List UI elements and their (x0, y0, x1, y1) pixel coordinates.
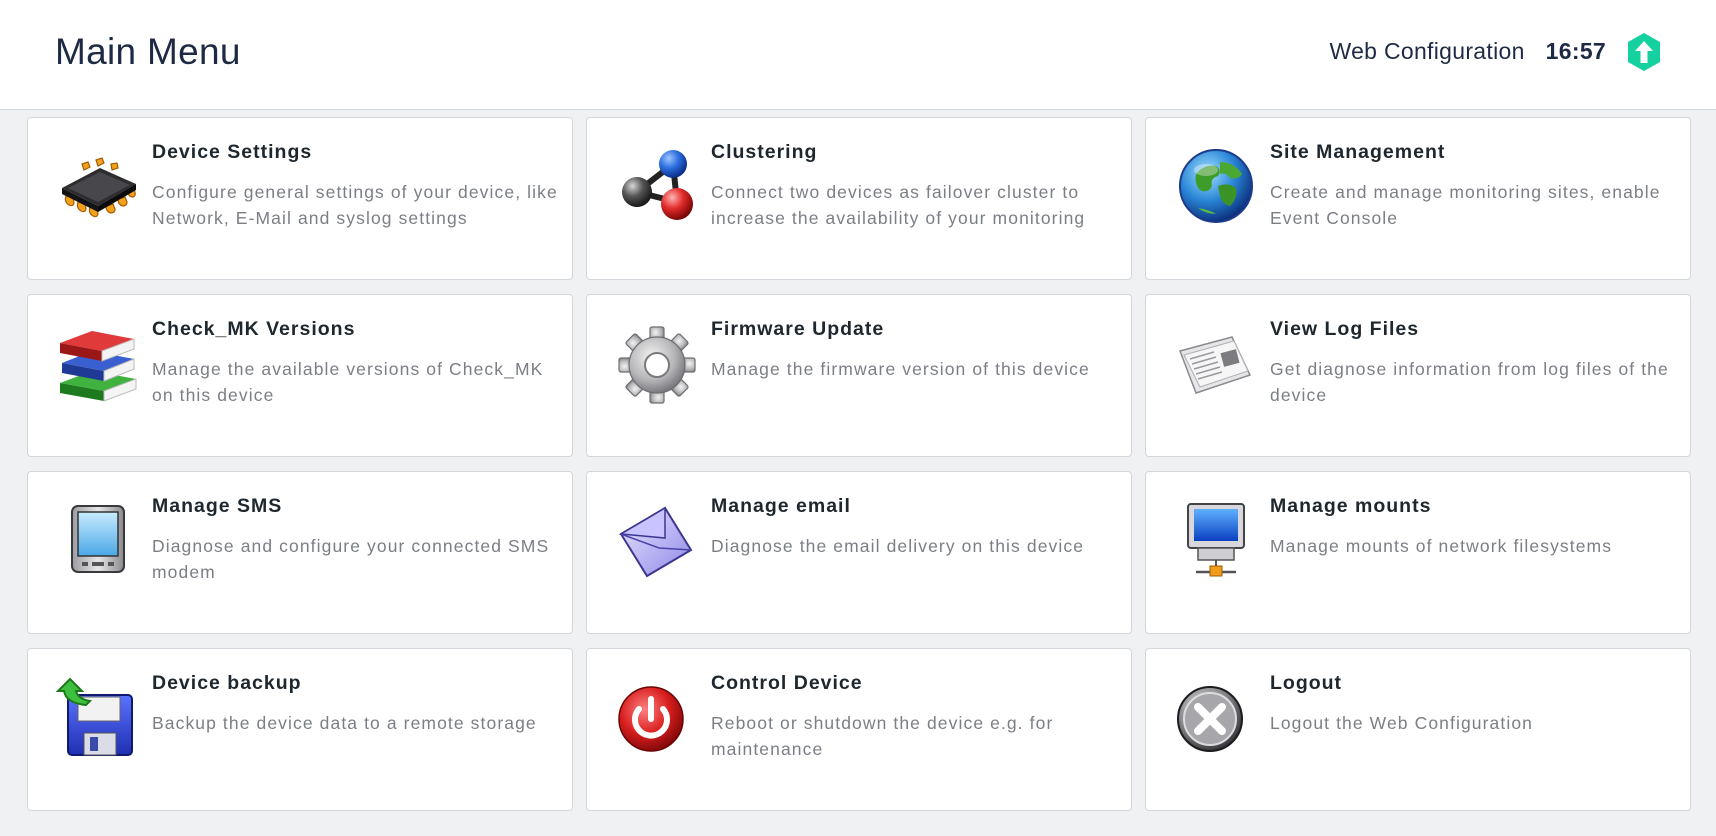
logout-icon (1174, 675, 1258, 759)
gear-icon (615, 321, 699, 405)
tile-text: Clustering Connect two devices as failov… (711, 140, 1119, 231)
tile-clustering[interactable]: Clustering Connect two devices as failov… (586, 117, 1132, 280)
tile-manage-mounts[interactable]: Manage mounts Manage mounts of network f… (1145, 471, 1691, 634)
tile-text: Manage email Diagnose the email delivery… (711, 494, 1119, 560)
tile-description: Backup the device data to a remote stora… (152, 713, 537, 733)
tile-manage-sms[interactable]: Manage SMS Diagnose and configure your c… (27, 471, 573, 634)
tile-description: Get diagnose information from log files … (1270, 359, 1669, 405)
menu-grid: Device Settings Configure general settin… (0, 110, 1716, 811)
app-name: Web Configuration (1329, 38, 1525, 64)
tile-text: Check_MK Versions Manage the available v… (152, 317, 560, 408)
network-computer-icon (1174, 498, 1258, 582)
tile-title: View Log Files (1270, 318, 1420, 340)
tile-firmware-update[interactable]: Firmware Update Manage the firmware vers… (586, 294, 1132, 457)
newspaper-icon (1174, 321, 1258, 405)
tile-description: Create and manage monitoring sites, enab… (1270, 182, 1661, 228)
header-right: Web Configuration 16:57 (1329, 32, 1662, 72)
tile-description: Diagnose the email delivery on this devi… (711, 536, 1085, 556)
pda-icon (56, 498, 140, 582)
tile-device-backup[interactable]: Device backup Backup the device data to … (27, 648, 573, 811)
tile-text: Device backup Backup the device data to … (152, 671, 560, 737)
tile-description: Manage the firmware version of this devi… (711, 359, 1090, 379)
tile-description: Diagnose and configure your connected SM… (152, 536, 550, 582)
tile-control-device[interactable]: Control Device Reboot or shutdown the de… (586, 648, 1132, 811)
tile-title: Manage SMS (152, 495, 283, 517)
tile-manage-email[interactable]: Manage email Diagnose the email delivery… (586, 471, 1132, 634)
tile-site-management[interactable]: Site Management Create and manage monito… (1145, 117, 1691, 280)
tile-description: Configure general settings of your devic… (152, 182, 558, 228)
tile-title: Device backup (152, 672, 302, 694)
tile-description: Reboot or shutdown the device e.g. for m… (711, 713, 1054, 759)
tile-checkmk-versions[interactable]: Check_MK Versions Manage the available v… (27, 294, 573, 457)
header-bar: Main Menu Web Configuration 16:57 (0, 0, 1716, 110)
tile-title: Logout (1270, 672, 1343, 694)
tile-device-settings[interactable]: Device Settings Configure general settin… (27, 117, 573, 280)
tile-text: Logout Logout the Web Configuration (1270, 671, 1678, 737)
backup-floppy-icon (56, 675, 140, 759)
tile-title: Manage mounts (1270, 495, 1432, 517)
tile-text: Firmware Update Manage the firmware vers… (711, 317, 1119, 383)
tile-description: Connect two devices as failover cluster … (711, 182, 1086, 228)
clock: 16:57 (1545, 38, 1606, 64)
tile-view-log-files[interactable]: View Log Files Get diagnose information … (1145, 294, 1691, 457)
tile-text: Manage mounts Manage mounts of network f… (1270, 494, 1678, 560)
globe-icon (1174, 144, 1258, 228)
tile-text: Manage SMS Diagnose and configure your c… (152, 494, 560, 585)
tile-text: View Log Files Get diagnose information … (1270, 317, 1678, 408)
tile-title: Device Settings (152, 141, 313, 163)
molecule-icon (615, 144, 699, 228)
books-icon (56, 321, 140, 405)
checkmk-logo-icon[interactable] (1626, 32, 1662, 72)
tile-text: Site Management Create and manage monito… (1270, 140, 1678, 231)
chip-icon (56, 144, 140, 228)
tile-title: Check_MK Versions (152, 318, 356, 340)
tile-title: Manage email (711, 495, 851, 517)
tile-description: Logout the Web Configuration (1270, 713, 1533, 733)
tile-text: Control Device Reboot or shutdown the de… (711, 671, 1119, 762)
envelope-icon (615, 498, 699, 582)
tile-description: Manage the available versions of Check_M… (152, 359, 544, 405)
power-icon (615, 675, 699, 759)
tile-title: Site Management (1270, 141, 1446, 163)
tile-logout[interactable]: Logout Logout the Web Configuration (1145, 648, 1691, 811)
tile-text: Device Settings Configure general settin… (152, 140, 560, 231)
tile-title: Clustering (711, 141, 818, 163)
tile-description: Manage mounts of network filesystems (1270, 536, 1613, 556)
page-title: Main Menu (55, 30, 241, 72)
tile-title: Firmware Update (711, 318, 885, 340)
tile-title: Control Device (711, 672, 863, 694)
